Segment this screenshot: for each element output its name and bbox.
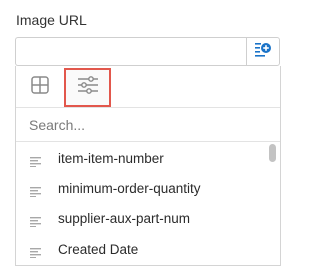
list-scrollbar[interactable]	[266, 142, 280, 266]
text-field-icon	[30, 154, 42, 167]
list-item-label: supplier-aux-part-num	[58, 211, 191, 226]
list-item[interactable]: minimum-order-quantity	[16, 174, 266, 204]
image-url-label: Image URL	[16, 12, 87, 28]
list-item[interactable]: supplier-aux-part-num	[16, 204, 266, 234]
list-item-label: minimum-order-quantity	[58, 181, 201, 196]
sliders-icon	[76, 75, 100, 100]
list-item[interactable]: item-item-number	[16, 144, 266, 174]
image-url-input[interactable]	[15, 37, 246, 66]
divider	[16, 107, 280, 108]
tab-fields[interactable]	[64, 68, 111, 107]
grid-icon	[30, 75, 50, 100]
field-list: item-item-number minimum-order-quantity	[16, 142, 280, 266]
text-field-icon	[30, 184, 42, 197]
insert-field-icon	[254, 41, 272, 62]
text-field-icon	[30, 214, 42, 227]
list-item[interactable]: Created Date	[16, 235, 266, 265]
tab-grid[interactable]	[29, 75, 51, 100]
field-picker-dropdown: item-item-number minimum-order-quantity	[15, 66, 281, 266]
list-item-label: Created Date	[58, 242, 139, 257]
insert-field-button[interactable]	[246, 37, 280, 66]
text-field-icon	[30, 245, 42, 258]
list-item-label: item-item-number	[58, 151, 164, 166]
field-search-input[interactable]	[29, 113, 259, 137]
scrollbar-thumb[interactable]	[269, 144, 276, 162]
picker-tabs	[16, 66, 280, 107]
